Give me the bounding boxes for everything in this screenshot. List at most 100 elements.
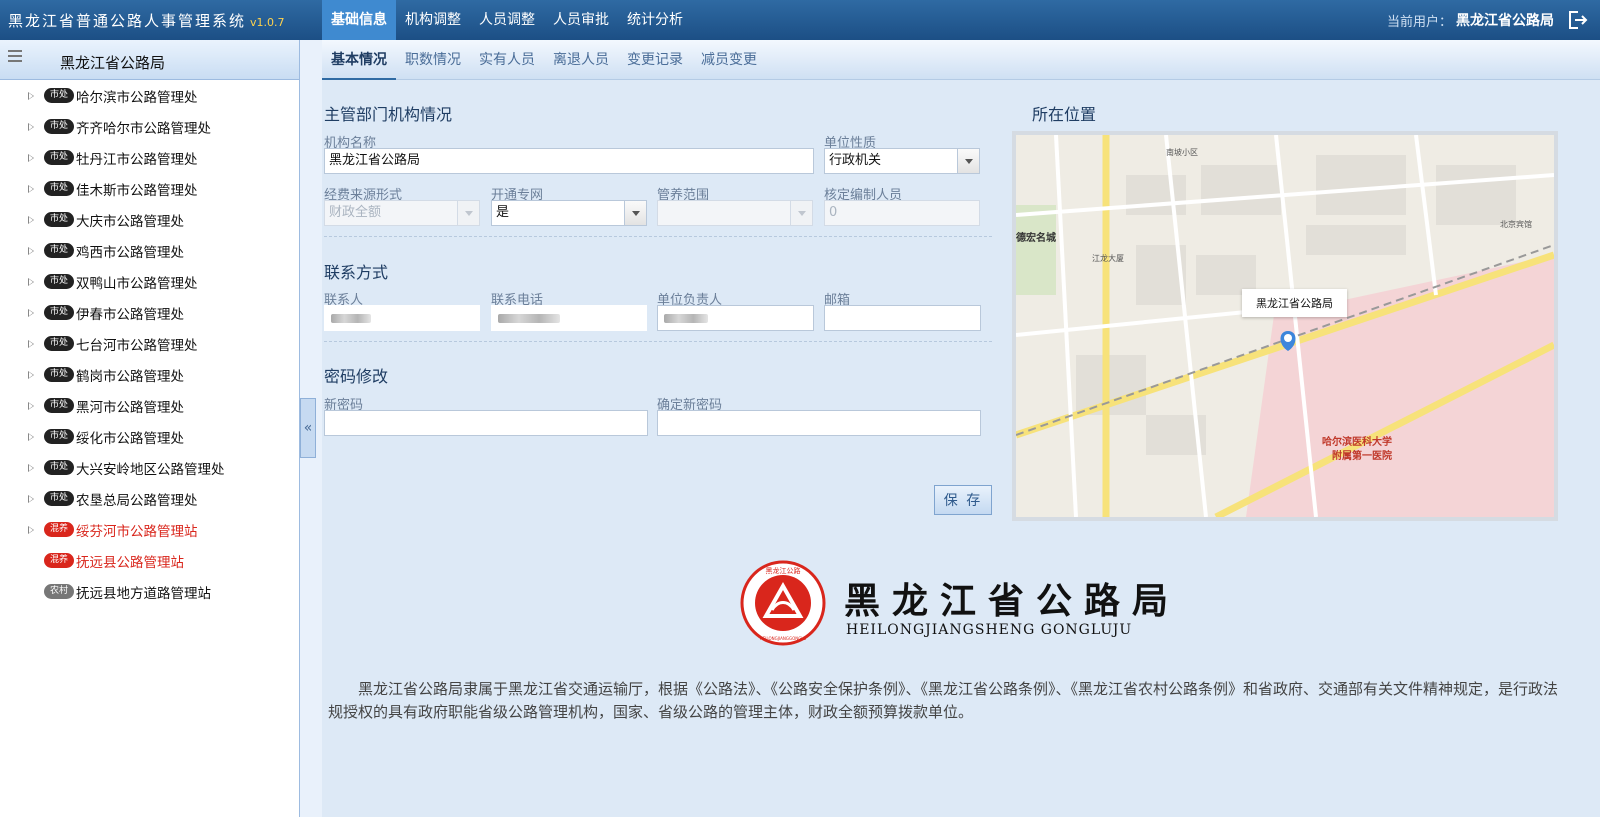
expand-arrow-icon[interactable] — [28, 339, 34, 348]
new-password-input[interactable] — [324, 410, 648, 436]
tree-item[interactable]: 市处 大庆市公路管理处 — [0, 204, 299, 235]
tree-item[interactable]: 市处 齐齐哈尔市公路管理处 — [0, 111, 299, 142]
org-type-badge: 农村 — [44, 584, 74, 599]
sub-tabs: 基本情况 职数情况 实有人员 离退人员 变更记录 减员变更 — [322, 40, 1600, 80]
chevron-down-icon — [957, 149, 979, 173]
expand-arrow-icon[interactable] — [28, 525, 34, 534]
tree-item-label: 牡丹江市公路管理处 — [76, 151, 198, 168]
sidebar-collapse-button[interactable]: « — [300, 398, 316, 458]
staff-quota-input: 0 — [824, 200, 980, 226]
tree-item[interactable]: 混养 抚远县公路管理站 — [0, 545, 299, 576]
divider — [324, 236, 992, 237]
chevron-down-icon — [790, 201, 812, 225]
tree-item-label: 鸡西市公路管理处 — [76, 244, 184, 261]
chevron-down-icon — [457, 201, 479, 225]
tree-item[interactable]: 市处 鹤岗市公路管理处 — [0, 359, 299, 390]
main-panel: 基本情况 职数情况 实有人员 离退人员 变更记录 减员变更 主管部门机构情况 机… — [322, 40, 1600, 817]
location-title: 所在位置 — [1032, 105, 1097, 124]
password-section-title: 密码修改 — [324, 367, 389, 386]
tree-item[interactable]: 市处 黑河市公路管理处 — [0, 390, 299, 421]
expand-arrow-icon[interactable] — [28, 215, 34, 224]
top-bar: 黑龙江省普通公路人事管理系统 v1.0.7 基础信息 机构调整 人员调整 人员审批… — [0, 0, 1600, 40]
org-type-badge: 市处 — [44, 491, 74, 506]
map-label-beijing: 北京宾馆 — [1500, 219, 1532, 229]
org-type-badge: 市处 — [44, 460, 74, 475]
expand-arrow-icon[interactable] — [28, 401, 34, 410]
expand-arrow-icon[interactable] — [28, 277, 34, 286]
tab-basic[interactable]: 基本情况 — [322, 40, 396, 80]
tab-posts[interactable]: 职数情况 — [396, 40, 470, 80]
org-tree: 市处 哈尔滨市公路管理处 市处 齐齐哈尔市公路管理处 市处 牡丹江市公路管理处 市处 佳木斯市… — [0, 80, 299, 607]
tab-change-log[interactable]: 变更记录 — [618, 40, 692, 80]
tree-item[interactable]: 市处 大兴安岭地区公路管理处 — [0, 452, 299, 483]
map-label-jianglong: 江龙大厦 — [1092, 253, 1124, 263]
expand-arrow-icon[interactable] — [28, 122, 34, 131]
expand-arrow-icon[interactable] — [28, 246, 34, 255]
seal-bottom-text: HEILONGJIANGGONGLU — [760, 636, 807, 641]
tab-reduction-change[interactable]: 减员变更 — [692, 40, 766, 80]
expand-arrow-icon[interactable] — [28, 184, 34, 193]
expand-arrow-icon[interactable] — [28, 370, 34, 379]
funding-select: 财政全额 — [324, 200, 480, 226]
org-section-title: 主管部门机构情况 — [324, 105, 453, 124]
current-user-name: 黑龙江省公路局 — [1456, 13, 1554, 29]
organization-name-en: HEILONGJIANGSHENG GONGLUJU — [846, 622, 1133, 638]
tree-item[interactable]: 市处 鸡西市公路管理处 — [0, 235, 299, 266]
tree-item[interactable]: 混养 绥芬河市公路管理站 — [0, 514, 299, 545]
nav-basic-info[interactable]: 基础信息 — [322, 0, 396, 40]
phone-input[interactable] — [491, 305, 647, 331]
funding-value: 财政全额 — [329, 205, 382, 220]
tree-item-label: 大兴安岭地区公路管理处 — [76, 461, 225, 478]
save-button[interactable]: 保 存 — [934, 485, 992, 515]
unit-type-select[interactable]: 行政机关 — [824, 148, 980, 174]
tree-item[interactable]: 市处 伊春市公路管理处 — [0, 297, 299, 328]
tree-item-label: 黑河市公路管理处 — [76, 399, 184, 416]
location-map[interactable]: 德宏名城 南坡小区 江龙大厦 北京宾馆 哈尔滨医科大学 附属第一医院 黑龙江省公… — [1012, 131, 1558, 521]
nav-statistics[interactable]: 统计分析 — [618, 0, 692, 40]
expand-arrow-icon[interactable] — [28, 463, 34, 472]
expand-arrow-icon[interactable] — [28, 153, 34, 162]
unit-head-input[interactable] — [657, 305, 814, 331]
tree-item-label: 鹤岗市公路管理处 — [76, 368, 184, 385]
tree-item-label: 绥芬河市公路管理站 — [76, 523, 198, 540]
tab-retired-staff[interactable]: 离退人员 — [544, 40, 618, 80]
tree-item-label: 双鸭山市公路管理处 — [76, 275, 198, 292]
menu-icon[interactable] — [8, 50, 22, 62]
expand-arrow-icon[interactable] — [28, 432, 34, 441]
expand-arrow-icon[interactable] — [28, 91, 34, 100]
org-name-input[interactable]: 黑龙江省公路局 — [324, 148, 814, 174]
confirm-password-input[interactable] — [657, 410, 981, 436]
nav-staff-approval[interactable]: 人员审批 — [544, 0, 618, 40]
nav-org-adjust[interactable]: 机构调整 — [396, 0, 470, 40]
tree-item[interactable]: 农村 抚远县地方道路管理站 — [0, 576, 299, 607]
tree-item[interactable]: 市处 农垦总局公路管理处 — [0, 483, 299, 514]
chevron-down-icon — [624, 201, 646, 225]
tree-item[interactable]: 市处 七台河市公路管理处 — [0, 328, 299, 359]
tree-item[interactable]: 市处 牡丹江市公路管理处 — [0, 142, 299, 173]
tree-item[interactable]: 市处 双鸭山市公路管理处 — [0, 266, 299, 297]
network-select[interactable]: 是 — [491, 200, 647, 226]
tree-item[interactable]: 市处 佳木斯市公路管理处 — [0, 173, 299, 204]
expand-arrow-icon[interactable] — [28, 308, 34, 317]
map-marker-popup: 黑龙江省公路局 — [1242, 289, 1347, 317]
logout-icon[interactable] — [1566, 9, 1588, 31]
tree-item[interactable]: 市处 哈尔滨市公路管理处 — [0, 80, 299, 111]
email-input[interactable] — [824, 305, 981, 331]
contact-person-input[interactable] — [324, 305, 480, 331]
org-type-badge: 市处 — [44, 212, 74, 227]
tab-actual-staff[interactable]: 实有人员 — [470, 40, 544, 80]
top-nav: 基础信息 机构调整 人员调整 人员审批 统计分析 — [322, 0, 692, 40]
app-title: 黑龙江省普通公路人事管理系统 v1.0.7 — [8, 10, 285, 31]
map-label-south: 南坡小区 — [1166, 147, 1198, 157]
org-type-badge: 市处 — [44, 398, 74, 413]
org-type-badge: 市处 — [44, 274, 74, 289]
org-type-badge: 市处 — [44, 150, 74, 165]
nav-staff-adjust[interactable]: 人员调整 — [470, 0, 544, 40]
tree-item-label: 抚远县公路管理站 — [76, 554, 184, 571]
network-value: 是 — [496, 205, 510, 220]
org-type-badge: 市处 — [44, 119, 74, 134]
tree-item[interactable]: 市处 绥化市公路管理处 — [0, 421, 299, 452]
expand-arrow-icon[interactable] — [28, 494, 34, 503]
redacted-value — [498, 314, 560, 323]
app-version: v1.0.7 — [250, 16, 285, 29]
